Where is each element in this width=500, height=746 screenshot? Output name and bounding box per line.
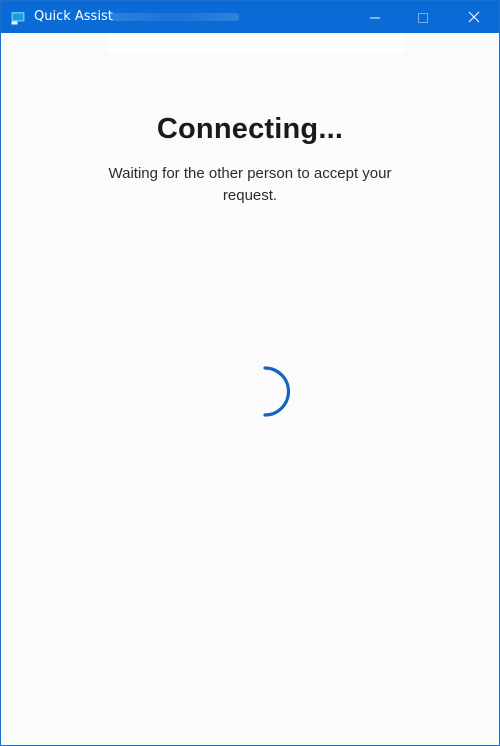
minimize-icon <box>370 8 380 27</box>
status-message: Waiting for the other person to accept y… <box>108 165 392 204</box>
redacted-area <box>108 33 404 53</box>
close-button[interactable] <box>451 1 497 33</box>
redacted-title-text <box>109 13 239 21</box>
maximize-icon <box>418 8 428 27</box>
close-icon <box>468 8 480 27</box>
loading-spinner-icon <box>230 359 291 419</box>
quick-assist-app-icon <box>11 10 25 25</box>
page-title: Connecting... <box>156 113 344 145</box>
quick-assist-window: Quick Assist Connecting... Waiting for t… <box>0 0 500 746</box>
window-title: Quick Assist <box>34 9 113 24</box>
minimize-button[interactable] <box>352 1 398 33</box>
title-bar[interactable]: Quick Assist <box>1 1 499 33</box>
maximize-button[interactable] <box>400 1 446 33</box>
